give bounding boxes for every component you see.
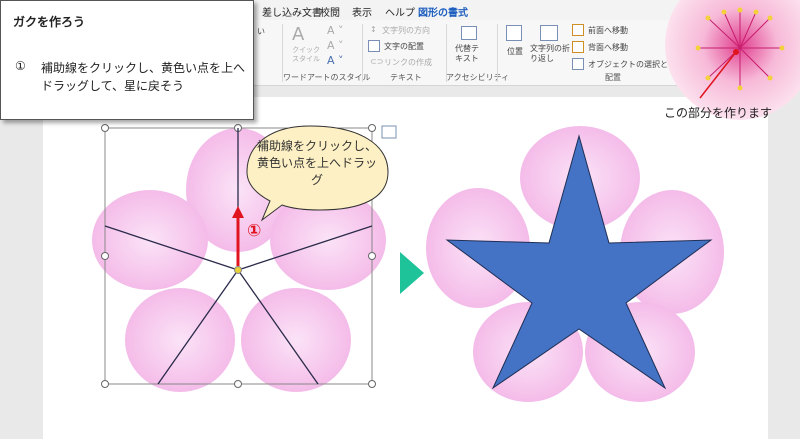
petal (92, 190, 208, 290)
instruction-step-number: ① (15, 59, 26, 73)
instruction-box: ガクを作ろう ① 補助線をクリックし、黄色い点を上へドラッグして、星に戻そう (0, 0, 254, 120)
step-marker: ① (247, 221, 262, 241)
next-arrow-icon (400, 252, 424, 294)
instruction-title: ガクを作ろう (13, 15, 86, 29)
petal (125, 288, 235, 392)
pointer-dot (733, 49, 739, 55)
bubble-label: 補助線をクリックし、黄色い点を上へドラッグ (257, 139, 378, 187)
instruction-step-text: 補助線をクリックし、黄色い点を上へドラッグして、星に戻そう (41, 61, 246, 93)
sakura-image (665, 0, 800, 120)
petal (241, 288, 351, 392)
layout-options-icon[interactable] (381, 125, 397, 139)
yellow-adjust-handle[interactable] (234, 266, 242, 274)
sakura-note: この部分を作ります (664, 106, 773, 120)
